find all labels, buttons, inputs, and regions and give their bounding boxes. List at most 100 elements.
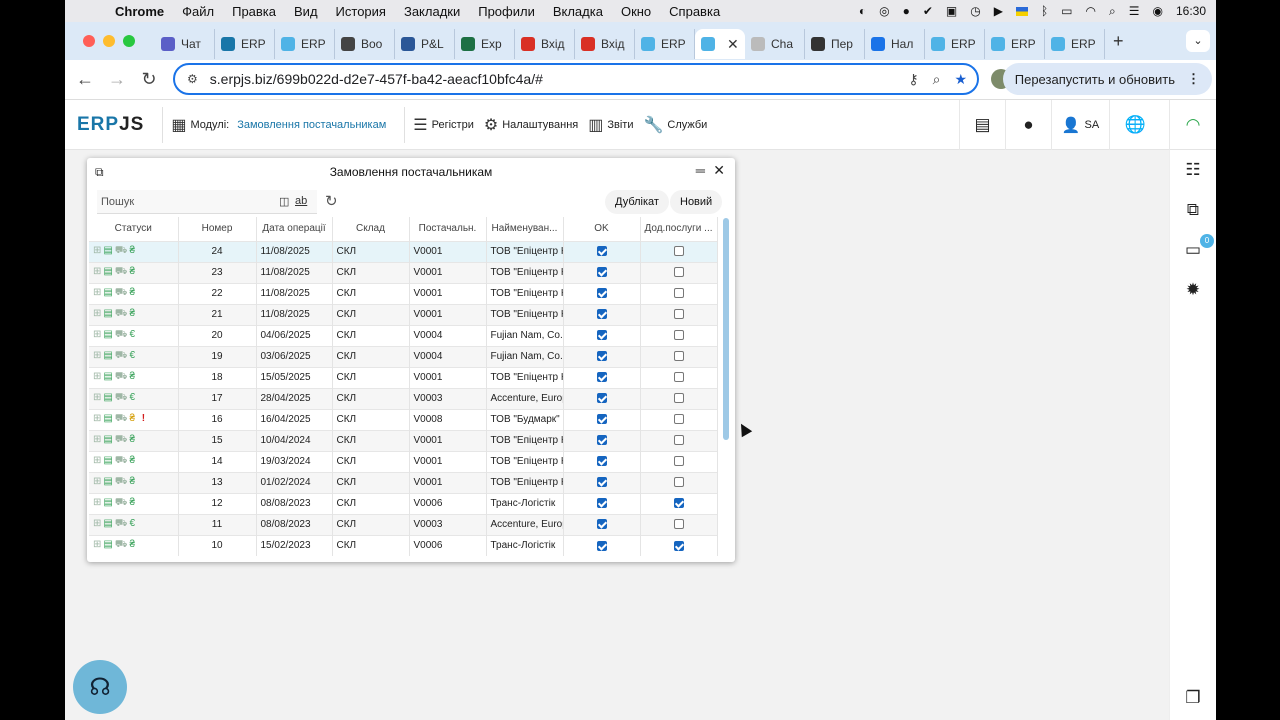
extra-services-checkbox[interactable] — [673, 456, 684, 467]
address-url[interactable]: s.erpjs.biz/699b022d-d2e7-457f-ba42-aeac… — [210, 71, 543, 87]
ok-checkbox[interactable] — [596, 393, 607, 404]
column-header[interactable]: Дата операції — [256, 217, 333, 241]
settings-menu[interactable]: ⚙ Налаштування — [484, 115, 578, 135]
wifi-icon[interactable]: ◠ — [1086, 4, 1096, 18]
column-header[interactable]: Найменуван... — [486, 217, 564, 241]
extra-services-checkbox[interactable] — [673, 309, 684, 320]
flag-icon[interactable] — [1015, 6, 1028, 16]
support-button[interactable]: ☊ — [73, 660, 127, 714]
control-center-icon[interactable]: ☰ — [1129, 4, 1140, 18]
menubar-item[interactable]: Окно — [621, 4, 651, 19]
table-row[interactable]: ⊞▤⛟₴ 13 01/02/2024 СКЛ V0001 ТОВ "Епіцентр К" — [89, 471, 718, 493]
ok-checkbox[interactable] — [596, 267, 607, 278]
menubar-item[interactable]: Файл — [182, 4, 214, 19]
table-row[interactable]: ⊞▤⛟₴ 21 11/08/2025 СКЛ V0001 ТОВ "Епіцентр К" — [89, 303, 718, 325]
menubar-item[interactable]: Профили — [478, 4, 535, 19]
ok-checkbox[interactable] — [596, 540, 607, 551]
tray-icon[interactable]: ✔ — [923, 4, 933, 18]
table-row[interactable]: ⊞▤⛟₴ 22 11/08/2025 СКЛ V0001 ТОВ "Епіцентр К" — [89, 282, 718, 304]
extra-services-checkbox[interactable] — [673, 477, 684, 488]
tab-list-button[interactable]: ⌄ — [1186, 30, 1210, 52]
connection-status[interactable]: ◠ — [1169, 100, 1216, 150]
columns-icon[interactable]: ◫ — [279, 195, 289, 208]
ok-checkbox[interactable] — [596, 435, 607, 446]
tab-close-icon[interactable]: ✕ — [727, 36, 739, 53]
browser-tab[interactable]: Cha — [745, 29, 805, 59]
zoom-icon[interactable]: ⌕ — [933, 71, 941, 88]
browser-tab[interactable]: Пер — [805, 29, 865, 59]
browser-tab[interactable]: Exp — [455, 29, 515, 59]
table-row[interactable]: ⊞▤⛟€ 20 04/06/2025 СКЛ V0004 Fujian Nam, Co. … — [89, 324, 718, 346]
window-minimize-icon[interactable] — [103, 35, 115, 47]
search-icon[interactable]: ⌕ — [1109, 4, 1116, 19]
refresh-icon[interactable]: ↻ — [325, 192, 338, 210]
table-row[interactable]: ⊞▤⛟₴ 10 15/02/2023 СКЛ V0006 Транс-Логістік — [89, 534, 718, 556]
menubar-item[interactable]: История — [336, 4, 386, 19]
table-row[interactable]: ⊞▤⛟₴ 24 11/08/2025 СКЛ V0001 ТОВ "Епіцентр К" — [89, 240, 718, 262]
menubar-item[interactable]: Правка — [232, 4, 276, 19]
table-row[interactable]: ⊞▤⛟₴ 18 15/05/2025 СКЛ V0001 ТОВ "Епіцентр К" — [89, 366, 718, 388]
siri-icon[interactable]: ◉ — [1152, 4, 1162, 18]
browser-tab[interactable]: ERP — [985, 29, 1045, 59]
extra-services-checkbox[interactable] — [673, 372, 684, 383]
window-zoom-icon[interactable] — [123, 35, 135, 47]
reload-button[interactable]: ↻ — [133, 69, 165, 90]
window-close-icon[interactable] — [83, 35, 95, 47]
browser-tab[interactable]: Вхід — [515, 29, 575, 59]
user-menu[interactable]: 👤 SA — [1051, 100, 1109, 150]
restart-update-button[interactable]: Перезапустить и обновить ⋮ — [1002, 63, 1212, 95]
table-scrollbar[interactable] — [723, 218, 729, 440]
bluetooth-icon[interactable]: ᛒ — [1041, 4, 1048, 18]
extra-services-checkbox[interactable] — [673, 519, 684, 530]
language-button[interactable]: 🌐 — [1109, 100, 1161, 150]
menubar-item[interactable]: Вкладка — [553, 4, 603, 19]
browser-tab[interactable]: Чат — [155, 29, 215, 59]
history-button[interactable]: ● — [1005, 100, 1051, 150]
site-settings-icon[interactable]: ⚙ — [187, 72, 198, 86]
extra-services-checkbox[interactable] — [673, 540, 684, 551]
table-row[interactable]: ⊞▤⛟₴ 15 10/04/2024 СКЛ V0001 ТОВ "Епіцентр К" — [89, 429, 718, 451]
erpjs-logo[interactable]: ERPJS — [77, 114, 144, 136]
ok-checkbox[interactable] — [596, 288, 607, 299]
minimize-icon[interactable]: ═ — [696, 163, 705, 178]
current-module-link[interactable]: Замовлення постачальникам — [237, 119, 386, 131]
column-header[interactable]: OK — [563, 217, 641, 241]
open-external-icon[interactable]: ⧉ — [1182, 200, 1204, 222]
ok-checkbox[interactable] — [596, 330, 607, 341]
browser-tab[interactable]: ERP — [925, 29, 985, 59]
ok-checkbox[interactable] — [596, 372, 607, 383]
registers-menu[interactable]: ☰ Регістри — [413, 115, 474, 135]
column-header[interactable]: Дод.послуги ... — [640, 217, 718, 241]
extra-services-checkbox[interactable] — [673, 246, 684, 257]
history-icon[interactable]: ◷ — [970, 4, 980, 18]
text-format-icon[interactable]: ab — [295, 195, 307, 207]
extra-services-checkbox[interactable] — [673, 351, 684, 362]
bookmark-star-icon[interactable]: ★ — [954, 71, 967, 88]
address-bar[interactable]: ⚙ s.erpjs.biz/699b022d-d2e7-457f-ba42-ae… — [173, 63, 979, 95]
menubar-item[interactable]: Справка — [669, 4, 720, 19]
table-row[interactable]: ⊞▤⛟€1108/08/2023СКЛV0003Accenture, Europ… — [89, 513, 718, 535]
ok-checkbox[interactable] — [596, 309, 607, 320]
document-button[interactable]: ▤ — [959, 100, 1005, 150]
battery-icon[interactable]: ▭ — [1061, 4, 1072, 18]
browser-tab[interactable]: ERP — [1045, 29, 1105, 59]
browser-tab[interactable]: P&L — [395, 29, 455, 59]
new-tab-button[interactable]: + — [1113, 31, 1124, 52]
menubar-item[interactable]: Закладки — [404, 4, 460, 19]
browser-tab[interactable]: ERP — [215, 29, 275, 59]
play-icon[interactable]: ▶ — [994, 4, 1003, 18]
menubar-clock[interactable]: 16:30 — [1176, 4, 1206, 18]
table-row[interactable]: ⊞▤⛟₴ ! 16 16/04/2025 СКЛ V0008 ТОВ "Будмарк" — [89, 408, 718, 430]
forward-button[interactable]: → — [101, 69, 133, 90]
column-header[interactable]: Склад — [332, 217, 410, 241]
menubar-item[interactable]: Вид — [294, 4, 318, 19]
menubar-app-name[interactable]: Chrome — [115, 4, 164, 19]
duplicate-button[interactable]: Дублікат — [605, 190, 669, 214]
ok-checkbox[interactable] — [596, 246, 607, 257]
extra-services-checkbox[interactable] — [673, 393, 684, 404]
extra-services-checkbox[interactable] — [673, 267, 684, 278]
table-row[interactable]: ⊞▤⛟€ 19 03/06/2025 СКЛ V0004 Fujian Nam, Co. … — [89, 345, 718, 367]
extra-services-checkbox[interactable] — [673, 435, 684, 446]
browser-tab[interactable]: Нал — [865, 29, 925, 59]
table-row[interactable]: ⊞▤⛟€1728/04/2025СКЛV0003Accenture, Europ… — [89, 387, 718, 409]
